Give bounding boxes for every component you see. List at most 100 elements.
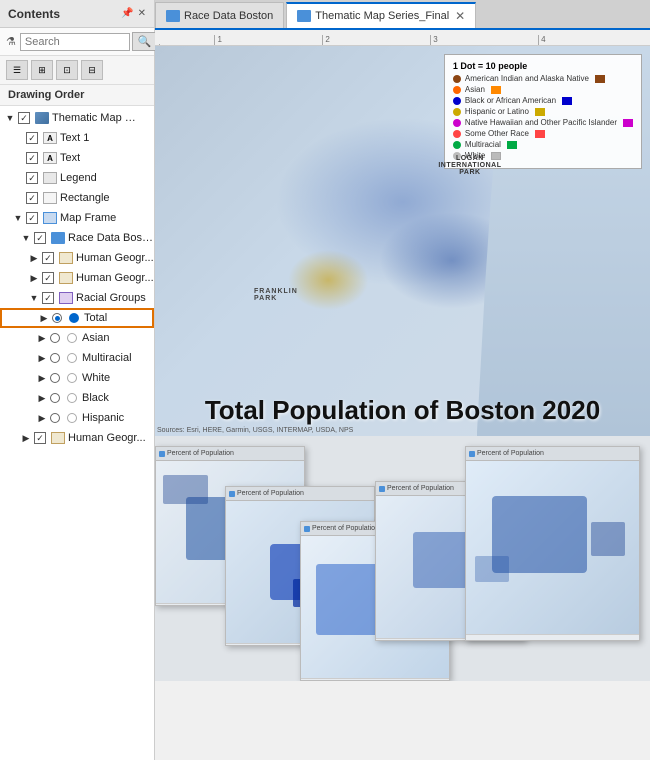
legend-dot-black (453, 97, 461, 105)
thumb-header-text4: Percent of Population (387, 485, 454, 492)
item-label-multiracial: Multiracial (82, 352, 132, 364)
checkbox-human-geo2[interactable] (42, 272, 54, 284)
item-label-map-frame: Map Frame (60, 212, 116, 224)
thumb-header-text5: Percent of Population (477, 450, 544, 457)
tree-item-black[interactable]: ▶ Black (0, 388, 154, 408)
thumb-inner-asian (466, 461, 639, 634)
item-label-rectangle: Rectangle (60, 192, 110, 204)
checkbox-racial-groups[interactable] (42, 292, 54, 304)
thumb-label-asian: Asian Population of Boston 2020 (469, 640, 594, 641)
tab-label-thematic: Thematic Map Series_Final (315, 10, 449, 22)
ruler-mark-0 (159, 44, 214, 45)
legend-label-multi: Multiracial (465, 140, 501, 149)
tree-item-human-geo1[interactable]: ▶ Human Geogr... (0, 248, 154, 268)
filter-icon: ⚗ (6, 35, 16, 48)
layer-icon-human-geo1 (58, 251, 74, 265)
tab-race-data-boston[interactable]: Race Data Boston (155, 2, 284, 28)
drawing-order-label: Drawing Order (0, 85, 154, 106)
ruler-mark-4: 4 (538, 35, 646, 45)
checkbox-map-frame[interactable] (26, 212, 38, 224)
radio-asian[interactable] (50, 333, 60, 343)
legend-row-hispanic: Hispanic or Latino (453, 107, 633, 116)
tree-item-text[interactable]: A Text (0, 148, 154, 168)
legend-row-aian: American Indian and Alaska Native (453, 74, 633, 83)
tab-close-button[interactable]: ✕ (455, 9, 465, 23)
layer-icon-white (64, 371, 80, 385)
thumb-header-black: Percent of Population (226, 487, 374, 501)
radio-multiracial[interactable] (50, 353, 60, 363)
tab-bar: Race Data Boston Thematic Map Series_Fin… (155, 0, 650, 30)
ruler-mark-3: 3 (430, 35, 538, 45)
close-icon[interactable]: ✕ (138, 8, 146, 19)
layer-icon-black (64, 391, 80, 405)
layer-icon-hispanic (64, 411, 80, 425)
tree-item-rectangle[interactable]: Rectangle (0, 188, 154, 208)
layer-icon-race-data (50, 231, 66, 245)
layer-icon-human-geo2 (58, 271, 74, 285)
map-view[interactable]: 1 Dot = 10 people American Indian and Al… (155, 46, 650, 436)
checkbox-legend[interactable] (26, 172, 38, 184)
toolbar-row: ☰ ⊞ ⊡ ⊟ (0, 56, 154, 85)
tree-item-map-frame[interactable]: ▼ Map Frame (0, 208, 154, 228)
toolbar-options-icon[interactable]: ⊟ (81, 60, 103, 80)
checkbox-text[interactable] (26, 152, 38, 164)
radio-hispanic[interactable] (50, 413, 60, 423)
tree-item-hispanic[interactable]: ▶ Hispanic (0, 408, 154, 428)
layer-icon-rectangle (42, 191, 58, 205)
main-area: Race Data Boston Thematic Map Series_Fin… (155, 0, 650, 760)
expand-arrow-racedata: ▼ (20, 232, 32, 244)
legend-label-hispanic: Hispanic or Latino (465, 107, 529, 116)
radio-total[interactable] (52, 313, 62, 323)
thumb-header-dot4 (379, 486, 385, 492)
radio-black[interactable] (50, 393, 60, 403)
layer-icon-group (34, 111, 50, 125)
tree-item-race-data[interactable]: ▼ Race Data Bosto... (0, 228, 154, 248)
checkbox-human-geo1[interactable] (42, 252, 54, 264)
tree-item-text1[interactable]: A Text 1 (0, 128, 154, 148)
tree-item-racial-groups[interactable]: ▼ Racial Groups (0, 288, 154, 308)
contents-header: Contents 📌 ✕ (0, 0, 154, 28)
legend-box: 1 Dot = 10 people American Indian and Al… (444, 54, 642, 169)
layer-icon-asian (64, 331, 80, 345)
legend-label-other: Some Other Race (465, 129, 529, 138)
checkbox-rectangle[interactable] (26, 192, 38, 204)
pin-icon[interactable]: 📌 (121, 8, 133, 19)
checkbox-human-geo3[interactable] (34, 432, 46, 444)
checkbox-text1[interactable] (26, 132, 38, 144)
item-label-total: Total (84, 312, 107, 324)
layer-icon-map-frame (42, 211, 58, 225)
toolbar-list-icon[interactable]: ☰ (6, 60, 28, 80)
checkbox-race-data[interactable] (34, 232, 46, 244)
search-button[interactable]: 🔍 (132, 32, 158, 51)
tab-map-icon-race (166, 10, 180, 22)
legend-label-nhpi: Native Hawaiian and Other Pacific Island… (465, 118, 617, 127)
item-label-legend: Legend (60, 172, 97, 184)
search-input[interactable] (20, 33, 130, 51)
tree-container: ▼ Thematic Map Series A Text 1 A Text (0, 106, 154, 760)
toolbar-source-icon[interactable]: ⊞ (31, 60, 53, 80)
radio-white[interactable] (50, 373, 60, 383)
legend-row-black: Black or African American (453, 96, 633, 105)
checkbox-thematic-map-series[interactable] (18, 112, 30, 124)
tree-item-human-geo3[interactable]: ▶ Human Geogr... (0, 428, 154, 448)
thumb-header-dot2 (229, 491, 235, 497)
tree-item-legend[interactable]: Legend (0, 168, 154, 188)
map-credit: Sources: Esri, HERE, Garmin, USGS, INTER… (157, 427, 353, 434)
tree-item-asian[interactable]: ▶ Asian (0, 328, 154, 348)
tree-item-thematic-map-series[interactable]: ▼ Thematic Map Series (0, 108, 154, 128)
tab-map-icon-thematic (297, 10, 311, 22)
thumb-header-text: Percent of Population (167, 450, 234, 457)
tree-item-total[interactable]: ▶ Total (0, 308, 154, 328)
thumbnail-asian[interactable]: Percent of Population Asian Population o… (465, 446, 640, 641)
item-label-thematic-map-series: Thematic Map Series (52, 112, 142, 124)
tab-thematic-map-final[interactable]: Thematic Map Series_Final ✕ (286, 2, 476, 28)
tree-item-white[interactable]: ▶ White (0, 368, 154, 388)
item-label-hispanic: Hispanic (82, 412, 124, 424)
tree-item-multiracial[interactable]: ▶ Multiracial (0, 348, 154, 368)
thumb-title-asian: Asian Population of Boston 2020 (466, 634, 639, 641)
legend-row-asian: Asian (453, 85, 633, 94)
tree-item-human-geo2[interactable]: ▶ Human Geogr... (0, 268, 154, 288)
toolbar-filter-icon[interactable]: ⊡ (56, 60, 78, 80)
thumb-header-asian: Percent of Population (466, 447, 639, 461)
thumbnails-area: Percent of Population Hispanic Pop Perce… (155, 436, 650, 681)
